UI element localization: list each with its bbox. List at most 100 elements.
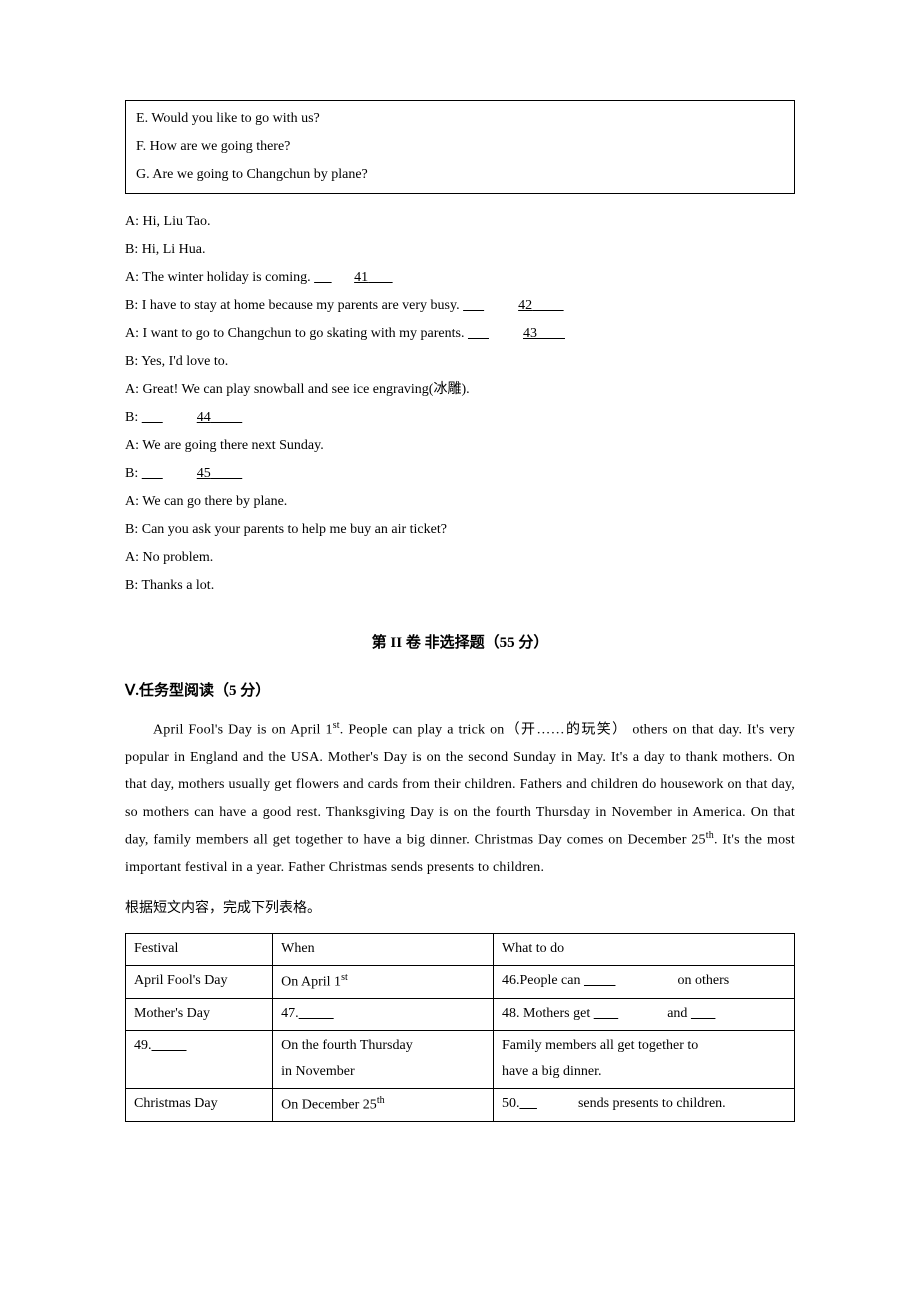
cell-text: in November	[281, 1064, 354, 1079]
cell-when: 47.	[273, 998, 494, 1030]
dialogue-text: We are going there next Sunday.	[142, 438, 323, 453]
cell-festival: 49.	[126, 1030, 273, 1088]
dialogue-line: A: I want to go to Changchun to go skati…	[125, 320, 795, 348]
dialogue-line: A: The winter holiday is coming. 41	[125, 264, 795, 292]
dialogue-speaker: B	[125, 466, 134, 481]
dialogue-speaker: B	[125, 354, 134, 369]
cell-text: 48. Mothers get	[502, 1006, 594, 1021]
dialogue-speaker: B	[125, 578, 134, 593]
choice-option-f: F. How are we going there?	[136, 133, 784, 161]
cell-text: have a big dinner.	[502, 1064, 602, 1079]
dialogue-speaker: A	[125, 382, 135, 397]
choice-option-e: E. Would you like to go with us?	[136, 105, 784, 133]
blank-number-43: 43	[523, 320, 537, 348]
dialogue-line: B: 44	[125, 404, 795, 432]
cell-when: On the fourth Thursday in November	[273, 1030, 494, 1088]
passage-text: . People can play a trick on（开……的玩笑）	[340, 723, 628, 738]
cell-text: and	[664, 1006, 691, 1021]
part2-header: 第 II 卷 非选择题（55 分）	[125, 628, 795, 658]
table-row: April Fool's Day On April 1st 46.People …	[126, 965, 795, 998]
dialogue-text: Hi, Liu Tao.	[143, 214, 211, 229]
dialogue-speaker: A	[125, 326, 135, 341]
cell-text: Family members all get together to	[502, 1038, 698, 1053]
cell-what: 50. sends presents to children.	[493, 1088, 794, 1121]
cell-when: On April 1st	[273, 965, 494, 998]
dialogue-line: B: Can you ask your parents to help me b…	[125, 516, 795, 544]
dialogue-line: B: Thanks a lot.	[125, 572, 795, 600]
dialogue-line: A: Great! We can play snowball and see i…	[125, 376, 795, 404]
dialogue-line: B: Yes, I'd love to.	[125, 348, 795, 376]
document-page: E. Would you like to go with us? F. How …	[0, 0, 920, 1202]
dialogue-line: B: 45	[125, 460, 795, 488]
passage-text: dinner. Christmas Day comes on December …	[430, 833, 706, 848]
dialogue-line: A: We are going there next Sunday.	[125, 432, 795, 460]
dialogue-text: I have to stay at home because my parent…	[142, 298, 460, 313]
dialogue-line: A: Hi, Liu Tao.	[125, 208, 795, 236]
dialogue-text: Yes, I'd love to.	[141, 354, 228, 369]
dialogue-speaker: A	[125, 438, 135, 453]
blank-49	[152, 1033, 242, 1060]
dialogue-speaker: A	[125, 550, 135, 565]
festival-table: Festival When What to do April Fool's Da…	[125, 933, 795, 1122]
section-5-heading: Ⅴ.任务型阅读（5 分）	[125, 676, 795, 706]
blank-number-41: 41	[354, 264, 368, 292]
cell-what: Family members all get together to have …	[493, 1030, 794, 1088]
dialogue-text: Thanks a lot.	[141, 578, 214, 593]
column-header-festival: Festival	[126, 934, 273, 966]
dialogue-speaker: A	[125, 270, 135, 285]
blank-50	[519, 1091, 574, 1118]
cell-text: on others	[674, 973, 729, 988]
blank-tail	[211, 460, 301, 488]
blank-tail	[532, 292, 622, 320]
choice-letter: F	[136, 139, 143, 154]
choice-text: How are we going there?	[150, 139, 291, 154]
blank-number-42: 42	[518, 292, 532, 320]
table-row: 49. On the fourth Thursday in November F…	[126, 1030, 795, 1088]
column-header-what: What to do	[493, 934, 794, 966]
choice-letter: G	[136, 167, 146, 182]
cell-text: 46.People can	[502, 973, 584, 988]
dialogue-text: Can you ask your parents to help me buy …	[142, 522, 447, 537]
choice-option-box: E. Would you like to go with us? F. How …	[125, 100, 795, 194]
blank-tail	[211, 404, 301, 432]
cell-text: On December 25	[281, 1097, 377, 1112]
table-row: Mother's Day 47. 48. Mothers get and	[126, 998, 795, 1030]
blank-lead	[314, 264, 354, 292]
cell-text: 49.	[134, 1038, 152, 1053]
cell-what: 48. Mothers get and	[493, 998, 794, 1030]
blank-tail	[368, 264, 438, 292]
dialogue-block: A: Hi, Liu Tao. B: Hi, Li Hua. A: The wi…	[125, 208, 795, 600]
choice-option-g: G. Are we going to Changchun by plane?	[136, 161, 784, 189]
blank-lead	[468, 320, 523, 348]
dialogue-text: Great! We can play snowball and see ice …	[143, 382, 470, 397]
ordinal-suffix: st	[333, 720, 340, 731]
dialogue-line: A: No problem.	[125, 544, 795, 572]
cell-text: 50.	[502, 1096, 520, 1111]
dialogue-line: B: Hi, Li Hua.	[125, 236, 795, 264]
ordinal-suffix: th	[377, 1095, 385, 1106]
dialogue-speaker: B	[125, 242, 134, 257]
passage-text: get flowers and cards from their childre…	[274, 777, 767, 792]
dialogue-speaker: B	[125, 298, 134, 313]
table-header-row: Festival When What to do	[126, 934, 795, 966]
blank-47	[299, 1001, 389, 1028]
column-header-when: When	[273, 934, 494, 966]
dialogue-speaker: B	[125, 410, 134, 425]
cell-text: On April 1	[281, 974, 341, 989]
blank-46	[584, 968, 674, 995]
blank-lead	[142, 404, 197, 432]
cell-festival: Christmas Day	[126, 1088, 273, 1121]
blank-tail	[537, 320, 607, 348]
cell-festival: April Fool's Day	[126, 965, 273, 998]
dialogue-line: A: We can go there by plane.	[125, 488, 795, 516]
cell-what: 46.People can on others	[493, 965, 794, 998]
dialogue-text: The winter holiday is coming.	[142, 270, 310, 285]
dialogue-line: B: I have to stay at home because my par…	[125, 292, 795, 320]
table-row: Christmas Day On December 25th 50. sends…	[126, 1088, 795, 1121]
blank-number-44: 44	[197, 404, 211, 432]
ordinal-suffix: st	[341, 972, 348, 983]
cell-when: On December 25th	[273, 1088, 494, 1121]
dialogue-speaker: B	[125, 522, 134, 537]
table-instruction: 根据短文内容，完成下列表格。	[125, 895, 795, 923]
dialogue-speaker: A	[125, 494, 135, 509]
